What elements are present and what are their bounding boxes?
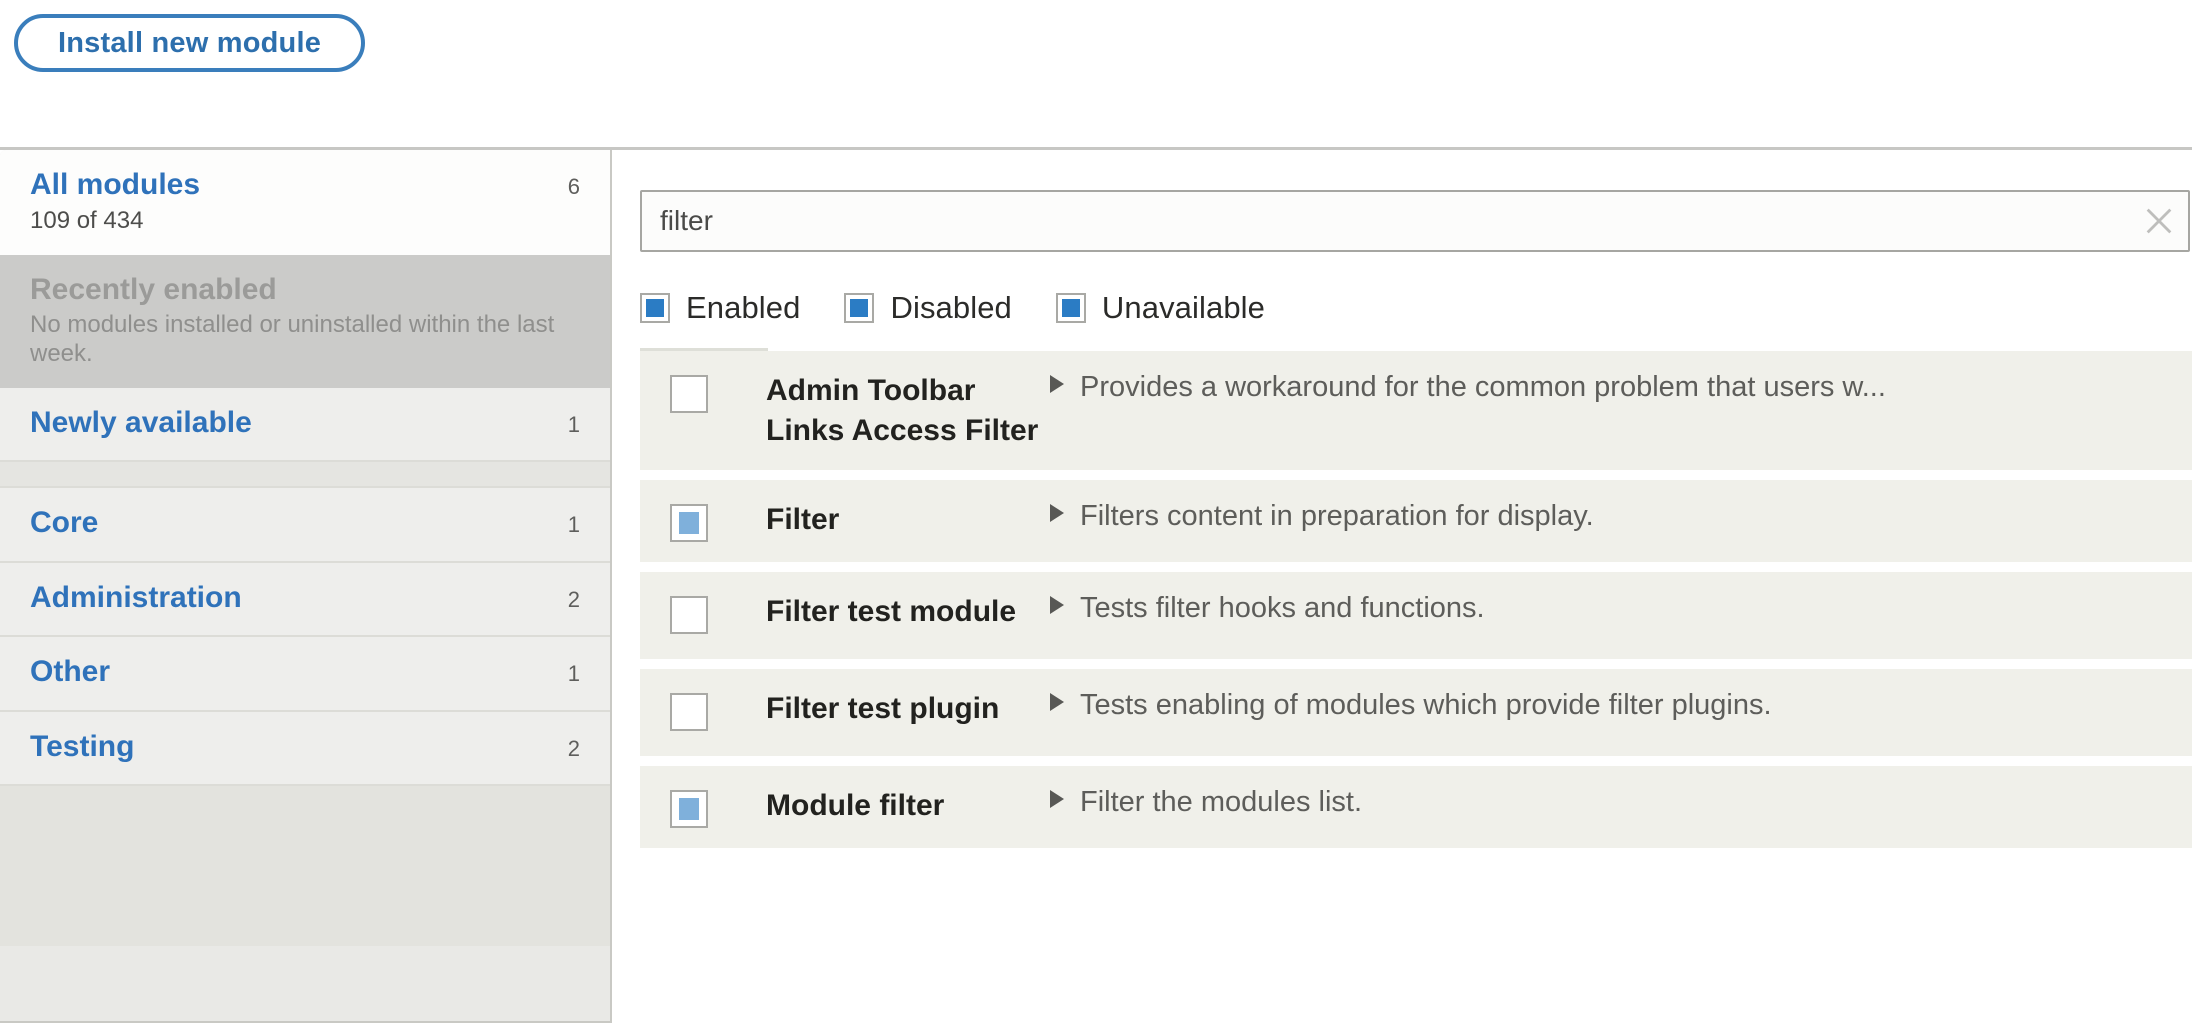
sidebar-item-label: Administration	[30, 580, 242, 614]
sidebar-item-administration[interactable]: Administration 2	[0, 562, 610, 638]
sidebar-item-header: Core 1	[30, 506, 580, 541]
module-name: Filter test module	[766, 595, 1017, 629]
module-enable-cell	[670, 689, 766, 736]
sidebar-item-sublabel: 109 of 434	[30, 206, 144, 234]
modules-content-panel: Enabled Disabled Unavailable Admin Toolbar…	[612, 150, 2192, 1023]
table-row: Filter test module Tests filter hooks and…	[640, 572, 2192, 660]
module-description: Tests enabling of modules which provide …	[1080, 689, 1772, 722]
expand-triangle-icon[interactable]	[1050, 504, 1064, 523]
sidebar-item-label: Testing	[30, 729, 135, 763]
sidebar-item-label: All modules	[30, 168, 201, 201]
expand-triangle-icon[interactable]	[1050, 693, 1064, 712]
status-filter-disabled[interactable]: Disabled	[844, 290, 1012, 326]
module-name: Filter	[766, 503, 840, 537]
status-filter-label: Disabled	[890, 290, 1012, 325]
sidebar-item-count: 1	[567, 411, 580, 437]
table-row: Filter Filters content in preparation for…	[640, 480, 2192, 563]
sidebar-item-sublabel: No modules installed or uninstalled with…	[30, 311, 555, 367]
modules-table: Admin Toolbar Links Access Filter Provide…	[640, 348, 2192, 849]
module-enable-cell	[670, 786, 766, 829]
module-description-cell: Tests filter hooks and functions.	[1050, 592, 2192, 625]
sidebar-item-recently-enabled: Recently enabled No modules installed or …	[0, 254, 610, 388]
sidebar-item-label: Core	[30, 506, 99, 540]
module-description: Filters content in preparation for displ…	[1080, 500, 1594, 533]
modules-page-body: All modules 6 109 of 434 Recently enabled No…	[0, 150, 2192, 1023]
expand-triangle-icon[interactable]	[1050, 790, 1064, 809]
clear-search-icon[interactable]	[2142, 204, 2176, 238]
sidebar-item-header: Administration 2	[30, 581, 580, 616]
expand-triangle-icon[interactable]	[1050, 596, 1064, 615]
status-filter-group: Enabled Disabled Unavailable	[640, 290, 2192, 326]
sidebar-item-testing[interactable]: Testing 2	[0, 711, 610, 787]
module-description: Filter the modules list.	[1080, 786, 1363, 819]
sidebar-item-newly-available[interactable]: Newly available 1	[0, 387, 610, 463]
status-filter-enabled[interactable]: Enabled	[640, 290, 800, 326]
module-description-cell: Tests enabling of modules which provide …	[1050, 689, 2192, 722]
module-description: Provides a workaround for the common pro…	[1080, 371, 1886, 403]
checkbox-fill-icon	[679, 512, 699, 535]
sidebar-item-label: Other	[30, 655, 111, 689]
checkbox-fill-icon	[850, 299, 869, 317]
module-description: Tests filter hooks and functions.	[1080, 592, 1485, 625]
module-enable-checkbox[interactable]	[670, 790, 708, 829]
module-enable-cell	[670, 592, 766, 639]
module-name: Admin Toolbar Links Access Filter	[766, 374, 1039, 447]
page-toolbar: Install new module	[0, 0, 2192, 150]
sidebar-item-all-modules[interactable]: All modules 6 109 of 434	[0, 150, 610, 255]
module-enable-checkbox[interactable]	[670, 596, 708, 635]
sidebar-item-label: Newly available	[30, 405, 252, 439]
status-filter-unavailable[interactable]: Unavailable	[1055, 290, 1265, 326]
sidebar-item-header: Other 1	[30, 655, 580, 690]
sidebar-item-count: 1	[567, 661, 580, 687]
table-row: Admin Toolbar Links Access Filter Provide…	[640, 351, 2192, 471]
module-enable-cell	[670, 371, 766, 418]
module-enable-cell	[670, 500, 766, 543]
sidebar-item-count: 2	[567, 735, 580, 761]
module-name: Module filter	[766, 789, 945, 823]
module-search-input[interactable]	[640, 190, 2190, 252]
sidebar-item-count: 1	[567, 512, 580, 538]
status-filter-label: Unavailable	[1101, 290, 1265, 325]
module-description-cell: Provides a workaround for the common pro…	[1050, 371, 2192, 404]
status-filter-label: Enabled	[686, 290, 801, 325]
sidebar-filler	[0, 786, 610, 947]
checkbox-fill-icon	[1061, 299, 1080, 317]
table-row: Module filter Filter the modules list.	[640, 766, 2192, 849]
sidebar-item-header: Testing 2	[30, 730, 580, 765]
sidebar-separator	[0, 462, 610, 489]
sidebar-item-other[interactable]: Other 1	[0, 637, 610, 712]
module-enable-checkbox[interactable]	[670, 504, 708, 543]
module-enable-checkbox[interactable]	[670, 693, 708, 732]
sidebar-item-header: Newly available 1	[30, 406, 580, 441]
table-row: Filter test plugin Tests enabling of modu…	[640, 669, 2192, 757]
module-search-wrapper	[640, 190, 2190, 252]
sidebar-item-label: Recently enabled	[30, 272, 277, 306]
status-filter-checkbox[interactable]	[844, 293, 875, 323]
install-new-module-button[interactable]: Install new module	[14, 14, 366, 72]
status-filter-checkbox[interactable]	[1055, 293, 1086, 323]
sidebar-item-header: Recently enabled	[30, 273, 580, 308]
sidebar-item-count: 6	[567, 174, 580, 199]
module-description-cell: Filter the modules list.	[1050, 786, 2192, 819]
expand-triangle-icon[interactable]	[1050, 375, 1064, 393]
checkbox-fill-icon	[679, 798, 699, 821]
module-filter-sidebar: All modules 6 109 of 434 Recently enabled No…	[0, 150, 612, 1023]
checkbox-fill-icon	[646, 299, 664, 317]
sidebar-item-header: All modules 6	[30, 168, 580, 203]
status-filter-checkbox[interactable]	[640, 293, 670, 323]
module-name: Filter test plugin	[766, 692, 1000, 726]
sidebar-item-core[interactable]: Core 1	[0, 488, 610, 563]
module-enable-checkbox[interactable]	[670, 375, 708, 413]
sidebar-item-count: 2	[567, 586, 580, 612]
module-description-cell: Filters content in preparation for displ…	[1050, 500, 2192, 533]
